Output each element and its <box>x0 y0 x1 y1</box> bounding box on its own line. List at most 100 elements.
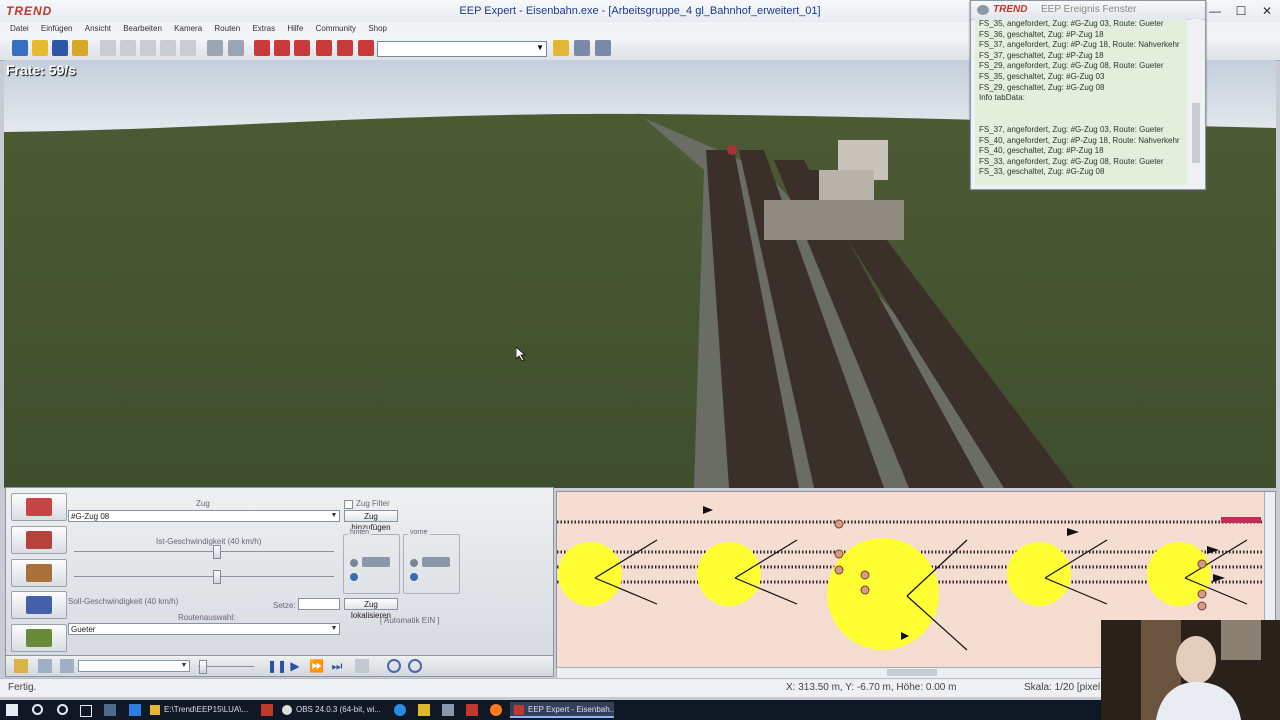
event-line: FS_37, geschaltet, Zug: #P-Zug 18 <box>979 50 1104 60</box>
properties-icon[interactable] <box>180 40 196 56</box>
event-window-titlebar[interactable]: TREND EEP Ereignis Fenster <box>971 1 1205 20</box>
redo-icon[interactable] <box>228 40 244 56</box>
soll-speed-thumb[interactable] <box>213 570 221 584</box>
save-icon[interactable] <box>52 40 68 56</box>
coupling-rear-radio[interactable] <box>350 559 358 567</box>
setze-input[interactable] <box>298 598 340 610</box>
menu-shop[interactable]: Shop <box>368 22 387 36</box>
train-icon[interactable] <box>254 40 270 56</box>
event-log: FS_35, angefordert, Zug: #G-Zug 03, Rout… <box>975 19 1187 185</box>
menu-bearbeiten[interactable]: Bearbeiten <box>123 22 162 36</box>
task-obs-label: OBS 24.0.3 (64-bit, wi... <box>296 705 381 714</box>
playback-bar: ▼ ❚❚ ▶ ⏩ ⏭ <box>5 655 554 677</box>
menu-kamera[interactable]: Kamera <box>174 22 202 36</box>
loco-icon[interactable] <box>316 40 332 56</box>
cortana-icon[interactable] <box>57 704 68 715</box>
list-icon[interactable] <box>358 40 374 56</box>
menu-einfuegen[interactable]: Einfügen <box>41 22 73 36</box>
copy-icon[interactable] <box>100 40 116 56</box>
bulb-icon[interactable] <box>38 659 52 673</box>
train-delete-icon[interactable] <box>294 40 310 56</box>
settings-icon[interactable] <box>595 40 611 56</box>
app-blue-icon[interactable] <box>129 704 141 716</box>
event-scroll-thumb[interactable] <box>1192 103 1200 163</box>
webcam-picture <box>1101 620 1280 720</box>
train-edit-icon[interactable] <box>274 40 290 56</box>
gear-red-icon[interactable] <box>337 40 353 56</box>
chevron-down-icon: ▼ <box>330 625 338 632</box>
menu-ansicht[interactable]: Ansicht <box>85 22 111 36</box>
zug-hinzufuegen-button[interactable]: Zug hinzufügen <box>344 510 398 532</box>
stop-icon[interactable] <box>355 659 369 673</box>
windows-taskbar: E:\Trend\EEP15\LUA\... OBS 24.0.3 (64-bi… <box>0 700 1280 720</box>
task-view-icon[interactable] <box>80 705 92 717</box>
menu-routen[interactable]: Routen <box>214 22 240 36</box>
zoom-in-icon[interactable] <box>387 659 401 673</box>
app-red2-icon[interactable] <box>466 704 478 716</box>
landscape-control-tab[interactable] <box>11 624 67 652</box>
delete-icon[interactable] <box>160 40 176 56</box>
pause-icon[interactable]: ❚❚ <box>267 659 287 673</box>
mouse-cursor-icon <box>516 347 526 361</box>
new-file-icon[interactable] <box>12 40 28 56</box>
open-folder-icon[interactable] <box>32 40 48 56</box>
camera-control-tab[interactable] <box>11 591 67 619</box>
menu-extras[interactable]: Extras <box>252 22 275 36</box>
sun-icon[interactable] <box>553 40 569 56</box>
coupling-front-radio[interactable] <box>410 559 418 567</box>
time-slider-thumb[interactable] <box>199 660 207 674</box>
uncoupling-rear-radio[interactable] <box>350 573 358 581</box>
hinten-label: hinten <box>348 529 372 536</box>
route-select[interactable]: Gueter ▼ <box>68 623 340 635</box>
menu-community[interactable]: Community <box>316 22 356 36</box>
menu-datei[interactable]: Datei <box>10 22 29 36</box>
task-explorer[interactable]: E:\Trend\EEP15\LUA\... <box>150 702 250 718</box>
event-window-title: EEP Ereignis Fenster <box>1041 4 1137 15</box>
tools-icon[interactable] <box>574 40 590 56</box>
cut-icon[interactable] <box>140 40 156 56</box>
menu-hilfe[interactable]: Hilfe <box>287 22 303 36</box>
landscape-tab-icon <box>26 629 52 647</box>
map-scroll-thumb[interactable] <box>887 669 937 676</box>
paste-icon[interactable] <box>120 40 136 56</box>
zoom-out-icon[interactable] <box>408 659 422 673</box>
uncoupling-front-radio[interactable] <box>410 573 418 581</box>
faster-forward-icon[interactable]: ⏭ <box>330 659 344 673</box>
app-pinned-icon[interactable] <box>104 704 116 716</box>
app-round-icon[interactable] <box>394 704 406 716</box>
search-icon[interactable] <box>32 704 43 715</box>
status-bar: Fertig. X: 313.50 m, Y: -6.70 m, Höhe: 0… <box>0 678 1280 697</box>
status-text: Fertig. <box>8 682 37 693</box>
save-as-icon[interactable] <box>72 40 88 56</box>
zug-lokalisieren-button[interactable]: Zug lokalisieren <box>344 598 398 620</box>
zug-filter-checkbox[interactable] <box>344 500 353 509</box>
event-line: Info tabData: <box>979 93 1025 103</box>
event-scrollbar[interactable] <box>1191 19 1201 185</box>
toolbar-combo[interactable]: ▼ <box>377 41 547 57</box>
edit-icon[interactable] <box>14 659 28 673</box>
scale-readout: Skala: 1/20 [pixel <box>1024 682 1101 693</box>
firefox-icon[interactable] <box>490 704 502 716</box>
fast-forward-icon[interactable]: ⏩ <box>309 659 324 673</box>
view-select[interactable]: ▼ <box>78 660 190 672</box>
app-red-icon[interactable] <box>261 704 273 716</box>
train-control-tab[interactable] <box>11 493 67 521</box>
play-icon[interactable]: ▶ <box>288 659 302 673</box>
close-button[interactable]: ✕ <box>1254 0 1280 22</box>
app-grey-icon[interactable] <box>442 704 454 716</box>
ist-speed-thumb[interactable] <box>213 545 221 559</box>
undo-icon[interactable] <box>207 40 223 56</box>
gear-icon[interactable] <box>60 659 74 673</box>
chevron-down-icon: ▼ <box>180 662 188 669</box>
crane-control-tab[interactable] <box>11 559 67 587</box>
app-yellow-icon[interactable] <box>418 704 430 716</box>
camera-tab-icon <box>26 596 52 614</box>
task-eep[interactable]: EEP Expert - Eisenbah... <box>510 702 614 718</box>
eep-taskbar-icon <box>514 704 524 715</box>
switch-control-tab[interactable] <box>11 526 67 554</box>
task-obs[interactable]: OBS 24.0.3 (64-bit, wi... <box>282 702 382 718</box>
maximize-button[interactable]: ☐ <box>1228 0 1254 22</box>
windows-start-icon[interactable] <box>6 704 18 716</box>
event-line: FS_29, geschaltet, Zug: #G-Zug 08 <box>979 82 1105 92</box>
train-select[interactable]: #G-Zug 08 ▼ <box>68 510 340 522</box>
